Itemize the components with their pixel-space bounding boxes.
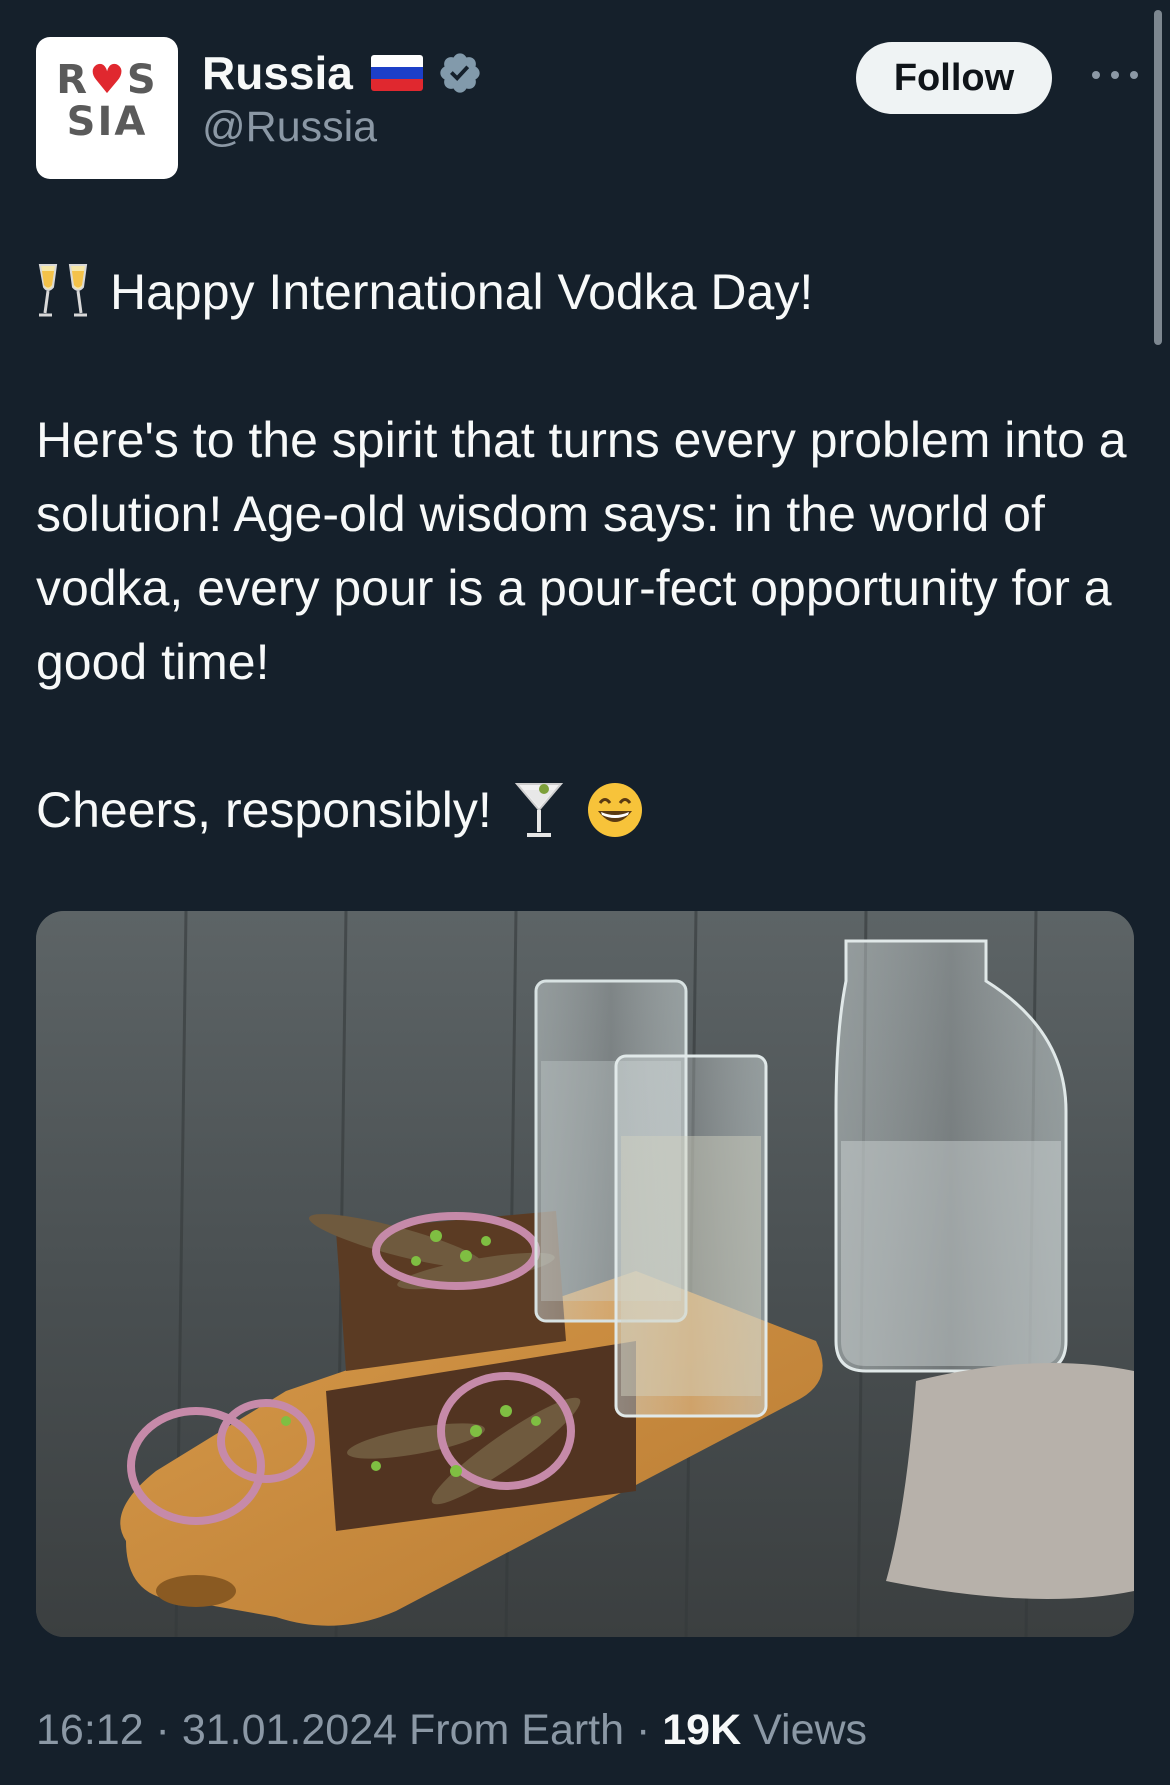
tweet-line1: Happy International Vodka Day!	[110, 264, 814, 320]
tweet-header: R♥S SIA Russia @Russia Follow	[36, 37, 1138, 180]
clinking-glasses-icon	[38, 264, 88, 317]
avatar-logo: R♥S SIA	[56, 57, 158, 145]
tweet-metadata: 16:12 · 31.01.2024 From Earth · 19K View…	[36, 1706, 868, 1754]
more-horizontal-icon[interactable]	[1092, 65, 1138, 85]
tweet-photo[interactable]	[36, 911, 1134, 1637]
views-label: Views	[753, 1706, 868, 1754]
cocktail-glass-icon	[514, 783, 563, 837]
avatar[interactable]: R♥S SIA	[36, 37, 178, 179]
author-block: Russia @Russia	[202, 43, 483, 152]
grinning-face-icon	[587, 783, 642, 837]
follow-button[interactable]: Follow	[856, 42, 1052, 114]
vodka-still-life-image	[36, 911, 1134, 1637]
tweet-date[interactable]: 31.01.2024	[182, 1706, 397, 1754]
tweet-time[interactable]: 16:12	[36, 1706, 144, 1754]
tweet-paragraph3: Cheers, responsibly!	[36, 782, 492, 838]
tweet-text: Happy International Vodka Day! Here's to…	[36, 255, 1134, 847]
scrollbar[interactable]	[1154, 10, 1162, 345]
verified-badge-icon[interactable]	[437, 50, 483, 96]
tweet-source: From Earth	[409, 1706, 625, 1754]
russia-flag-icon	[370, 55, 423, 91]
views-count: 19K	[662, 1706, 742, 1754]
display-name[interactable]: Russia	[202, 46, 353, 100]
tweet-paragraph2: Here's to the spirit that turns every pr…	[36, 412, 1127, 690]
handle[interactable]: @Russia	[202, 103, 483, 152]
